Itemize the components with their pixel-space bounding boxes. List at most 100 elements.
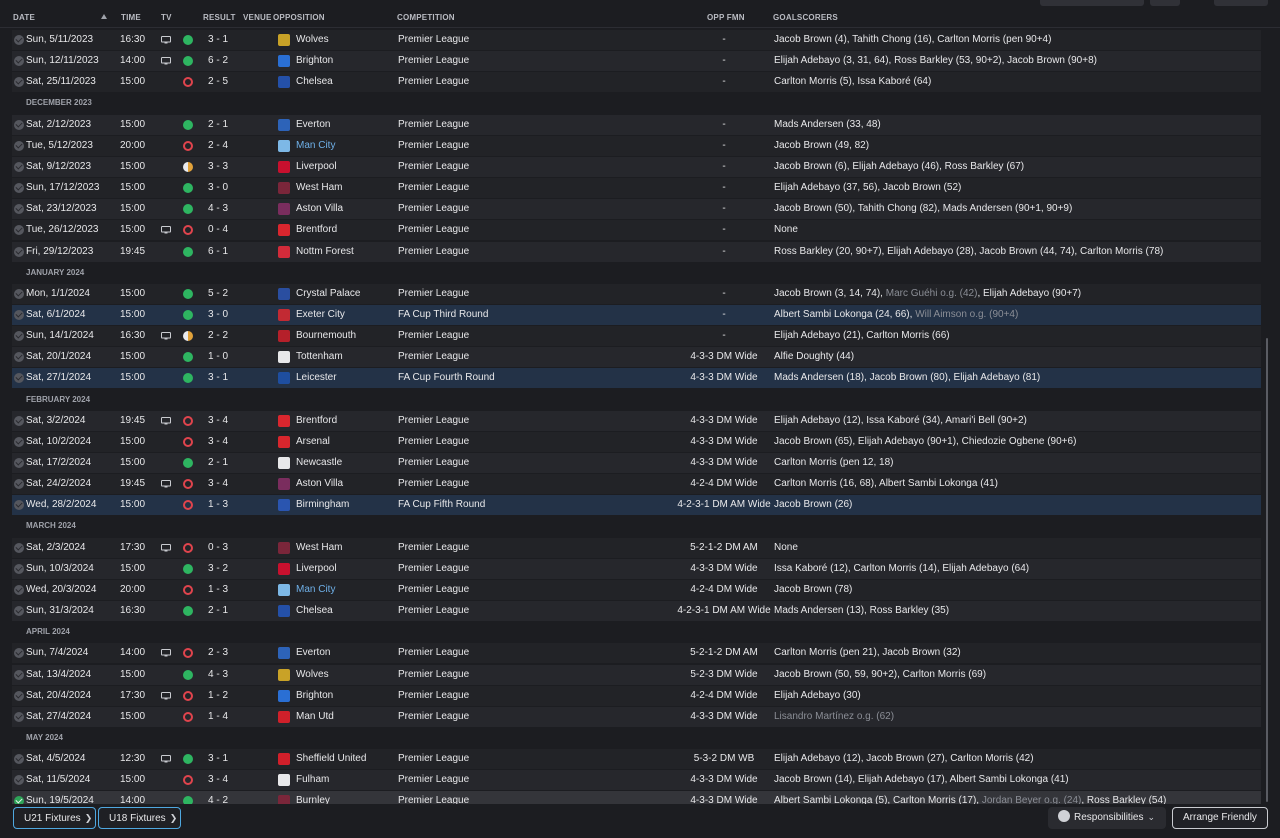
fixture-score[interactable]: 2 - 1: [208, 601, 228, 621]
opponent-link[interactable]: Crystal Palace: [296, 284, 360, 304]
competition-link[interactable]: Premier League: [398, 432, 469, 452]
u18-fixtures-button[interactable]: U18 Fixtures ❯: [98, 807, 181, 829]
competition-link[interactable]: Premier League: [398, 580, 469, 600]
competition-link[interactable]: Premier League: [398, 199, 469, 219]
fixture-row[interactable]: Wed, 28/2/202415:001 - 3HBirminghamFA Cu…: [12, 495, 1261, 516]
competition-link[interactable]: Premier League: [398, 30, 469, 50]
competition-link[interactable]: Premier League: [398, 559, 469, 579]
fixture-row[interactable]: Tue, 5/12/202320:002 - 4HMan CityPremier…: [12, 135, 1261, 156]
fixture-score[interactable]: 1 - 3: [208, 580, 228, 600]
competition-link[interactable]: Premier League: [398, 326, 469, 346]
fixture-score[interactable]: 2 - 1: [208, 115, 228, 135]
fixture-row[interactable]: Sat, 25/11/202315:002 - 5AChelseaPremier…: [12, 72, 1261, 93]
opponent-link[interactable]: Liverpool: [296, 559, 337, 579]
fixture-score[interactable]: 3 - 1: [208, 749, 228, 769]
fixture-score[interactable]: 3 - 4: [208, 411, 228, 431]
competition-link[interactable]: Premier League: [398, 749, 469, 769]
header-date[interactable]: DATE: [13, 13, 35, 22]
arrange-friendly-button[interactable]: Arrange Friendly: [1172, 807, 1268, 829]
goalscorer-text[interactable]: Jacob Brown (26): [774, 499, 852, 510]
fixture-score[interactable]: 3 - 0: [208, 178, 228, 198]
competition-link[interactable]: Premier League: [398, 136, 469, 156]
goalscorer-text[interactable]: Jacob Brown (6), Elijah Adebayo (46), Ro…: [774, 161, 1024, 172]
header-tv[interactable]: TV: [161, 13, 172, 22]
fixture-row[interactable]: Sat, 23/12/202315:004 - 3AAston VillaPre…: [12, 199, 1261, 220]
fixture-row[interactable]: Sat, 17/2/202415:002 - 1HNewcastlePremie…: [12, 453, 1261, 473]
goalscorer-text[interactable]: Issa Kaboré (12), Carlton Morris (14), E…: [774, 563, 1029, 574]
competition-link[interactable]: Premier League: [398, 538, 469, 558]
opponent-link[interactable]: Leicester: [296, 368, 337, 388]
fixture-score[interactable]: 3 - 4: [208, 474, 228, 494]
opponent-link[interactable]: Man City: [296, 580, 335, 600]
competition-link[interactable]: Premier League: [398, 601, 469, 621]
competition-link[interactable]: FA Cup Fifth Round: [398, 495, 485, 515]
opponent-link[interactable]: Everton: [296, 643, 330, 663]
opponent-link[interactable]: Burnley: [296, 791, 330, 804]
opponent-link[interactable]: Everton: [296, 115, 330, 135]
competition-link[interactable]: Premier League: [398, 178, 469, 198]
goalscorer-text[interactable]: Albert Sambi Lokonga (5), Carlton Morris…: [774, 795, 982, 804]
fixture-row[interactable]: Sat, 2/3/202417:300 - 3AWest HamPremier …: [12, 537, 1261, 558]
fixture-score[interactable]: 2 - 2: [208, 326, 228, 346]
goalscorer-text[interactable]: Elijah Adebayo (37, 56), Jacob Brown (52…: [774, 182, 961, 193]
fixture-score[interactable]: 3 - 3: [208, 157, 228, 177]
fixture-row[interactable]: Sat, 20/4/202417:301 - 2ABrightonPremier…: [12, 685, 1261, 706]
opponent-link[interactable]: Wolves: [296, 665, 329, 685]
fixture-row[interactable]: Sat, 2/12/202315:002 - 1HEvertonPremier …: [12, 114, 1261, 135]
competition-link[interactable]: Premier League: [398, 72, 469, 92]
competition-link[interactable]: FA Cup Fourth Round: [398, 368, 495, 388]
competition-link[interactable]: Premier League: [398, 284, 469, 304]
opponent-link[interactable]: Brentford: [296, 220, 337, 240]
fixture-row[interactable]: Sat, 9/12/202315:003 - 3ALiverpoolPremie…: [12, 156, 1261, 177]
opponent-link[interactable]: Liverpool: [296, 157, 337, 177]
goalscorer-text[interactable]: Albert Sambi Lokonga (24, 66),: [774, 309, 915, 320]
fixture-score[interactable]: 2 - 5: [208, 72, 228, 92]
goalscorer-text[interactable]: Mads Andersen (33, 48): [774, 119, 881, 130]
fixture-score[interactable]: 3 - 2: [208, 559, 228, 579]
opponent-link[interactable]: Tottenham: [296, 347, 343, 367]
opponent-link[interactable]: Brighton: [296, 51, 333, 71]
fixture-row[interactable]: Tue, 26/12/202315:000 - 4ABrentfordPremi…: [12, 220, 1261, 241]
fixture-row[interactable]: Sun, 7/4/202414:002 - 3AEvertonPremier L…: [12, 643, 1261, 664]
toolbar-ghost-button[interactable]: [1214, 0, 1268, 6]
fixture-score[interactable]: 3 - 1: [208, 30, 228, 50]
goalscorer-text[interactable]: Elijah Adebayo (21), Carlton Morris (66): [774, 330, 950, 341]
header-opp-fmn[interactable]: OPP FMN: [707, 13, 745, 22]
fixture-score[interactable]: 1 - 3: [208, 495, 228, 515]
fixture-row[interactable]: Sat, 4/5/202412:303 - 1HSheffield United…: [12, 749, 1261, 770]
toolbar-ghost-button[interactable]: [1040, 0, 1144, 6]
fixture-row[interactable]: Sat, 27/1/202415:003 - 1HLeicesterFA Cup…: [12, 368, 1261, 389]
opponent-link[interactable]: Nottm Forest: [296, 242, 354, 262]
header-venue[interactable]: VENUE: [243, 13, 272, 22]
fixture-row[interactable]: Sun, 12/11/202314:006 - 2HBrightonPremie…: [12, 51, 1261, 72]
goalscorer-text[interactable]: Carlton Morris (pen 12, 18): [774, 457, 894, 468]
fixture-row[interactable]: Sun, 10/3/202415:003 - 2HLiverpoolPremie…: [12, 558, 1261, 579]
opponent-link[interactable]: Fulham: [296, 770, 329, 790]
opponent-link[interactable]: Brentford: [296, 411, 337, 431]
competition-link[interactable]: Premier League: [398, 770, 469, 790]
competition-link[interactable]: Premier League: [398, 242, 469, 262]
opponent-link[interactable]: Chelsea: [296, 72, 333, 92]
opponent-link[interactable]: Brighton: [296, 686, 333, 706]
fixture-row[interactable]: Sun, 14/1/202416:302 - 2HBournemouthPrem…: [12, 326, 1261, 347]
fixture-score[interactable]: 6 - 1: [208, 242, 228, 262]
fixture-row[interactable]: Sat, 3/2/202419:453 - 4HBrentfordPremier…: [12, 410, 1261, 431]
goalscorer-text[interactable]: Carlton Morris (16, 68), Albert Sambi Lo…: [774, 478, 998, 489]
competition-link[interactable]: Premier League: [398, 643, 469, 663]
goalscorer-text[interactable]: Mads Andersen (13), Ross Barkley (35): [774, 605, 949, 616]
goalscorer-text[interactable]: , Elijah Adebayo (90+7): [977, 288, 1081, 299]
goalscorer-text[interactable]: Mads Andersen (18), Jacob Brown (80), El…: [774, 372, 1040, 383]
fixture-score[interactable]: 5 - 2: [208, 284, 228, 304]
goalscorer-text[interactable]: Jacob Brown (65), Elijah Adebayo (90+1),…: [774, 436, 1076, 447]
competition-link[interactable]: Premier League: [398, 51, 469, 71]
opponent-link[interactable]: West Ham: [296, 538, 343, 558]
competition-link[interactable]: Premier League: [398, 157, 469, 177]
fixture-row[interactable]: Sat, 11/5/202415:003 - 4AFulhamPremier L…: [12, 770, 1261, 791]
fixture-score[interactable]: 4 - 3: [208, 665, 228, 685]
competition-link[interactable]: Premier League: [398, 707, 469, 727]
goalscorer-text[interactable]: Elijah Adebayo (12), Jacob Brown (27), C…: [774, 753, 1034, 764]
fixture-score[interactable]: 2 - 1: [208, 453, 228, 473]
fixture-row[interactable]: Sat, 24/2/202419:453 - 4AAston VillaPrem…: [12, 474, 1261, 495]
fixture-score[interactable]: 6 - 2: [208, 51, 228, 71]
fixture-row[interactable]: Sun, 19/5/202414:004 - 2HBurnleyPremier …: [12, 791, 1261, 804]
